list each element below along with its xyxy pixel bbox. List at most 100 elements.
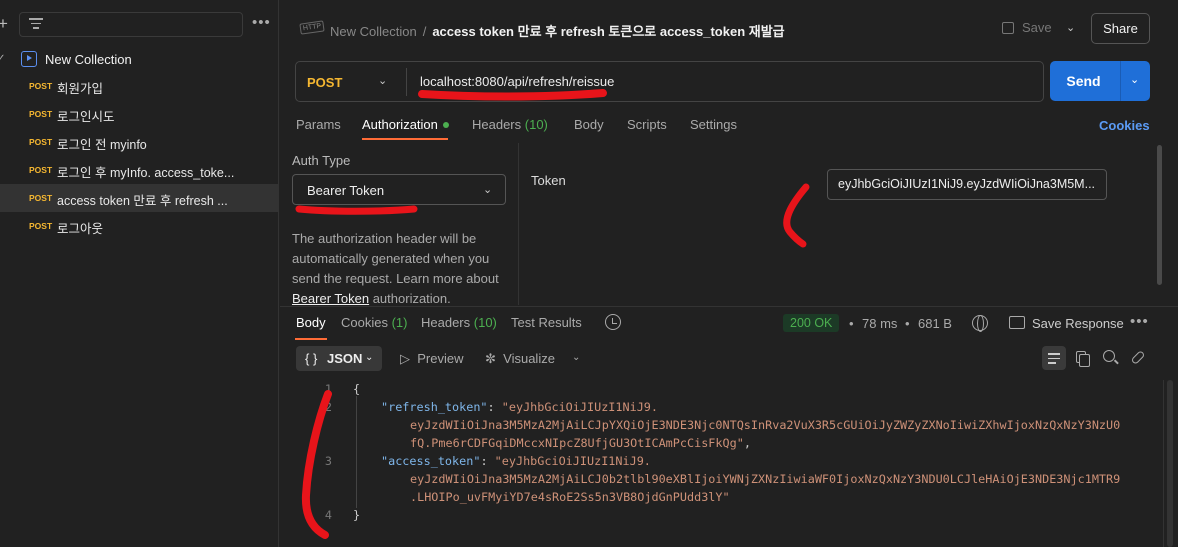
response-time[interactable]: 78 ms <box>862 316 897 331</box>
cookies-link[interactable]: Cookies <box>1099 118 1150 133</box>
request-item-selected[interactable]: POST access token 만료 후 refresh ... <box>0 184 279 212</box>
history-icon[interactable] <box>605 314 621 330</box>
globe-icon[interactable] <box>972 315 988 332</box>
filter-icon <box>29 18 43 32</box>
request-name: 로그인 후 myInfo. access_toke... <box>57 166 235 180</box>
preview-label: Preview <box>417 351 464 366</box>
add-icon[interactable]: + <box>0 14 8 34</box>
share-button[interactable]: Share <box>1091 13 1150 44</box>
divider <box>1120 61 1121 101</box>
tab-settings[interactable]: Settings <box>690 117 737 132</box>
json-line: fQ.Pme6rCDFGqiDMccxNIpcZ8UfjGU3OtICAmPcC… <box>410 436 751 450</box>
tab-response-body[interactable]: Body <box>296 315 326 330</box>
tab-params[interactable]: Params <box>296 117 341 132</box>
more-options-icon[interactable]: ••• <box>1130 313 1149 330</box>
json-brace: { <box>353 382 361 396</box>
visualize-button[interactable]: ✼ Visualize <box>485 351 555 367</box>
scrollbar[interactable] <box>1157 145 1162 285</box>
request-item[interactable]: POST 로그인 후 myInfo. access_toke... <box>0 156 279 184</box>
request-item[interactable]: POST 로그아웃 <box>0 212 279 240</box>
collection-new-collection[interactable]: ✓ New Collection <box>0 48 279 70</box>
tab-response-cookies[interactable]: Cookies (1) <box>341 315 407 330</box>
bearer-token-link[interactable]: Bearer Token <box>292 291 369 306</box>
auth-type-label: Auth Type <box>292 153 351 168</box>
separator-dot: • <box>905 316 910 331</box>
scrollbar[interactable] <box>1163 380 1175 547</box>
active-dot <box>442 122 449 128</box>
method-badge: POST <box>29 109 53 119</box>
tab-label: Cookies <box>341 315 388 330</box>
tab-headers[interactable]: Headers (10) <box>472 117 548 132</box>
json-value: "eyJhbGciOiJIUzI1NiJ9. <box>494 454 651 468</box>
tab-test-results[interactable]: Test Results <box>511 315 582 330</box>
json-value-cont: eyJzdWIiOiJna3M5MzA2MjAiLCJpYXQiOjE3NDE3… <box>410 418 1121 432</box>
token-label: Token <box>531 173 566 188</box>
save-label: Save <box>1022 20 1052 35</box>
save-icon <box>1002 22 1014 34</box>
format-value: JSON <box>327 351 363 366</box>
method-badge: POST <box>29 193 53 203</box>
request-name: 회원가입 <box>57 82 104 96</box>
status-badge[interactable]: 200 OK <box>783 314 840 332</box>
auth-type-value: Bearer Token <box>307 183 385 198</box>
json-value-cont: fQ.Pme6rCDFGqiDMccxNIpcZ8UfjGU3OtICAmPcC… <box>410 436 744 450</box>
line-number: 4 <box>324 508 332 522</box>
response-body-editor[interactable]: 1 2 3 4 { "refresh_token": "eyJhbGciOiJI… <box>280 380 1140 547</box>
save-button[interactable]: Save <box>1002 20 1052 35</box>
auth-description: The authorization header will be automat… <box>292 229 507 309</box>
cookies-count: (1) <box>391 315 408 330</box>
tab-body[interactable]: Body <box>574 117 604 132</box>
indent-guide <box>356 396 357 508</box>
request-item[interactable]: POST 회원가입 <box>0 72 279 100</box>
request-name: access token 만료 후 refresh ... <box>57 194 228 208</box>
token-input[interactable]: eyJhbGciOiJIUzI1NiJ9.eyJzdWIiOiJna3M5M..… <box>827 169 1107 200</box>
more-options-icon[interactable]: ••• <box>252 12 271 34</box>
url-input[interactable]: localhost:8080/api/refresh/reissue <box>420 74 614 89</box>
url-bar: POST ⌄ localhost:8080/api/refresh/reissu… <box>295 61 1044 102</box>
braces-icon: { } <box>305 351 318 366</box>
search-icon <box>1103 350 1115 362</box>
format-select[interactable]: { } JSON ⌄ <box>296 346 382 371</box>
visualize-label: Visualize <box>503 351 555 366</box>
request-item[interactable]: POST 로그인 전 myinfo <box>0 128 279 156</box>
send-label[interactable]: Send <box>1050 61 1117 101</box>
chevron-down-icon[interactable]: ✓ <box>0 53 5 64</box>
headers-count: (10) <box>473 315 497 330</box>
active-tab-indicator <box>295 338 327 340</box>
send-dropdown-icon[interactable]: ⌄ <box>1130 73 1139 86</box>
auth-desc-text: The authorization header will be automat… <box>292 231 499 286</box>
chevron-down-icon[interactable]: ⌄ <box>378 74 387 87</box>
request-item[interactable]: POST 로그인시도 <box>0 100 279 128</box>
json-value: "eyJhbGciOiJIUzI1NiJ9. <box>501 400 659 414</box>
method-select[interactable]: POST <box>307 75 342 90</box>
search-button[interactable] <box>1098 346 1122 370</box>
active-tab-indicator <box>362 138 448 140</box>
breadcrumb-collection[interactable]: New Collection <box>330 24 417 39</box>
preview-button[interactable]: ▷ Preview <box>400 351 463 367</box>
response-size[interactable]: 681 B <box>918 316 952 331</box>
tab-scripts[interactable]: Scripts <box>627 117 667 132</box>
copy-icon <box>1076 351 1090 367</box>
method-badge: POST <box>29 81 53 91</box>
save-dropdown-icon[interactable]: ⌄ <box>1066 21 1075 34</box>
tab-authorization[interactable]: Authorization <box>362 117 449 132</box>
save-response-button[interactable]: Save Response <box>1032 316 1124 331</box>
method-badge: POST <box>29 221 53 231</box>
collection-name: New Collection <box>45 52 132 67</box>
line-number: 3 <box>324 454 332 468</box>
chevron-down-icon[interactable]: ⌄ <box>572 352 580 363</box>
request-title[interactable]: access token 만료 후 refresh 토큰으로 access_to… <box>432 24 784 39</box>
send-button[interactable]: Send ⌄ <box>1050 61 1150 101</box>
chevron-down-icon: ⌄ <box>483 184 493 196</box>
tab-response-headers[interactable]: Headers (10) <box>421 315 497 330</box>
copy-button[interactable] <box>1070 346 1094 370</box>
filter-input[interactable] <box>19 12 243 37</box>
breadcrumb-separator: / <box>422 24 427 39</box>
visualize-icon: ✼ <box>485 351 496 366</box>
wrap-lines-button[interactable] <box>1042 346 1066 370</box>
auth-type-select[interactable]: Bearer Token ⌄ <box>292 174 506 205</box>
divider[interactable] <box>280 306 1178 307</box>
link-button[interactable] <box>1126 346 1150 370</box>
collection-icon <box>21 51 37 67</box>
line-number: 1 <box>324 382 332 396</box>
